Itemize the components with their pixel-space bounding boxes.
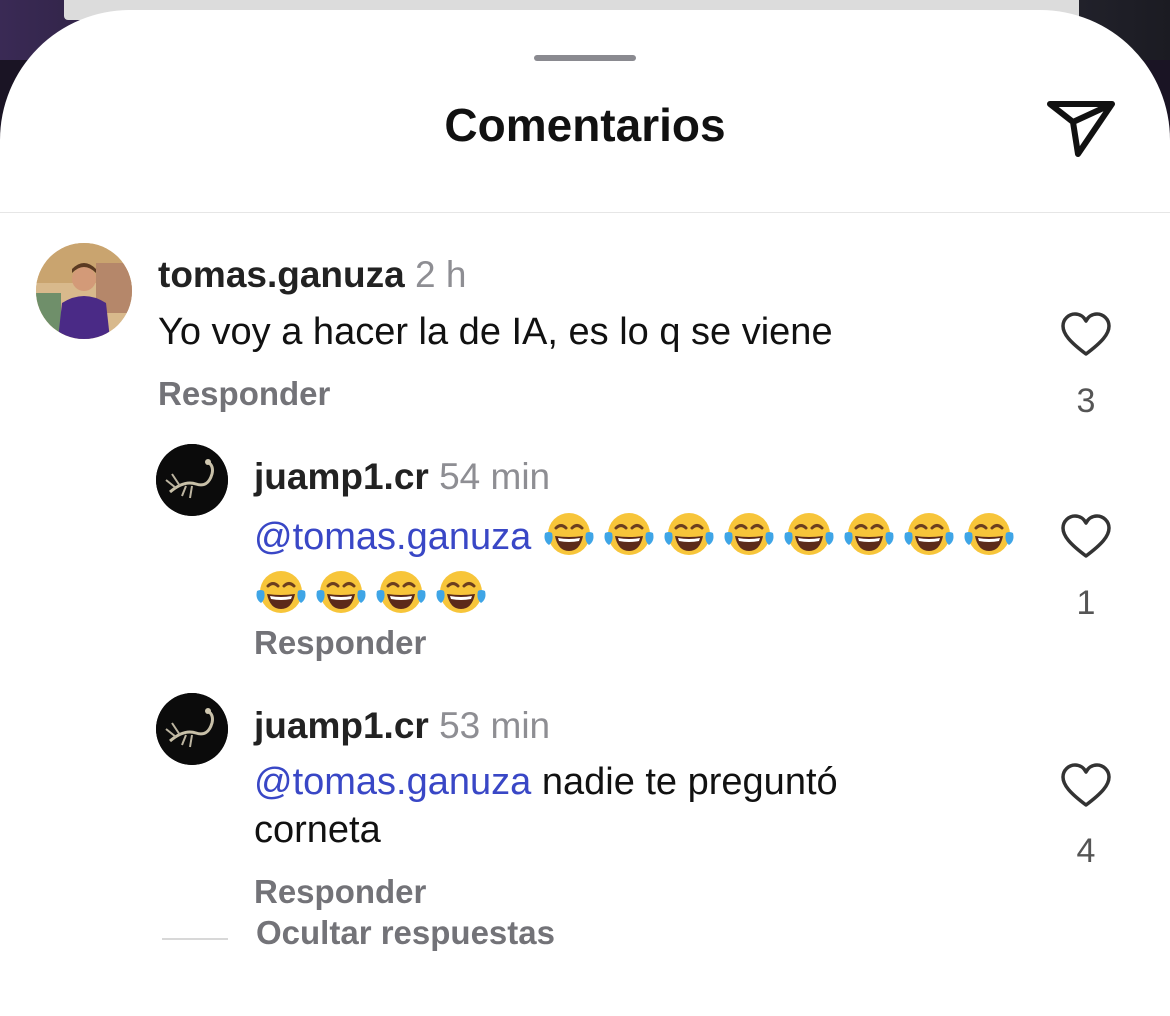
comment-header: juamp1.cr 54 min (254, 456, 550, 498)
mention-link[interactable]: @tomas.ganuza (254, 516, 531, 558)
tears-of-joy-emoji-icon (316, 571, 366, 613)
header-divider (0, 212, 1170, 213)
scorpion-avatar-image (156, 693, 228, 765)
heart-icon[interactable] (1060, 514, 1112, 560)
comment-username[interactable]: tomas.ganuza (158, 254, 405, 295)
tears-of-joy-emoji-icon (376, 571, 426, 613)
avatar[interactable] (156, 444, 228, 516)
heart-icon[interactable] (1060, 763, 1112, 809)
comment-header: tomas.ganuza 2 h (158, 254, 466, 296)
like-count: 4 (1076, 832, 1096, 870)
scorpion-avatar-image (156, 444, 228, 516)
avatar[interactable] (156, 693, 228, 765)
comment-text: @tomas.ganuza nadie te preguntó corneta (254, 758, 838, 854)
heart-icon[interactable] (1060, 312, 1112, 358)
comment-text-line1: nadie te preguntó (541, 761, 838, 803)
tears-of-joy-emoji-icon (256, 571, 306, 613)
mention-link[interactable]: @tomas.ganuza (254, 761, 531, 803)
hide-replies-button[interactable]: Ocultar respuestas (256, 914, 555, 952)
tears-of-joy-emoji-icon (604, 513, 654, 555)
tears-of-joy-emoji-icon (724, 513, 774, 555)
comment-time: 2 h (415, 254, 467, 295)
comment-time: 54 min (439, 456, 551, 497)
tears-of-joy-emoji-icon (844, 513, 894, 555)
tears-of-joy-emoji-icon (784, 513, 834, 555)
like-count: 3 (1076, 382, 1096, 420)
reply-button[interactable]: Responder (158, 375, 330, 413)
comment-text: @tomas.ganuza (254, 508, 1034, 624)
comment-text-line2: corneta (254, 809, 381, 851)
reply-button[interactable]: Responder (254, 624, 426, 662)
comment-time: 53 min (439, 705, 551, 746)
hide-replies-line (162, 938, 228, 940)
reply-button[interactable]: Responder (254, 873, 426, 911)
comment-header: juamp1.cr 53 min (254, 705, 550, 747)
tears-of-joy-emoji-icon (544, 513, 594, 555)
tears-of-joy-emoji-icon (436, 571, 486, 613)
comment-username[interactable]: juamp1.cr (254, 456, 429, 497)
comment-username[interactable]: juamp1.cr (254, 705, 429, 746)
tears-of-joy-emoji-icon (664, 513, 714, 555)
drag-handle[interactable] (534, 55, 636, 61)
like-count: 1 (1076, 584, 1096, 622)
comment-text: Yo voy a hacer la de IA, es lo q se vien… (158, 311, 833, 353)
tears-of-joy-emoji-icon (904, 513, 954, 555)
avatar-photo (36, 243, 132, 339)
tears-of-joy-emoji-icon (964, 513, 1014, 555)
sheet-title: Comentarios (444, 99, 726, 151)
send-icon[interactable] (1046, 98, 1116, 160)
avatar[interactable] (36, 243, 132, 339)
